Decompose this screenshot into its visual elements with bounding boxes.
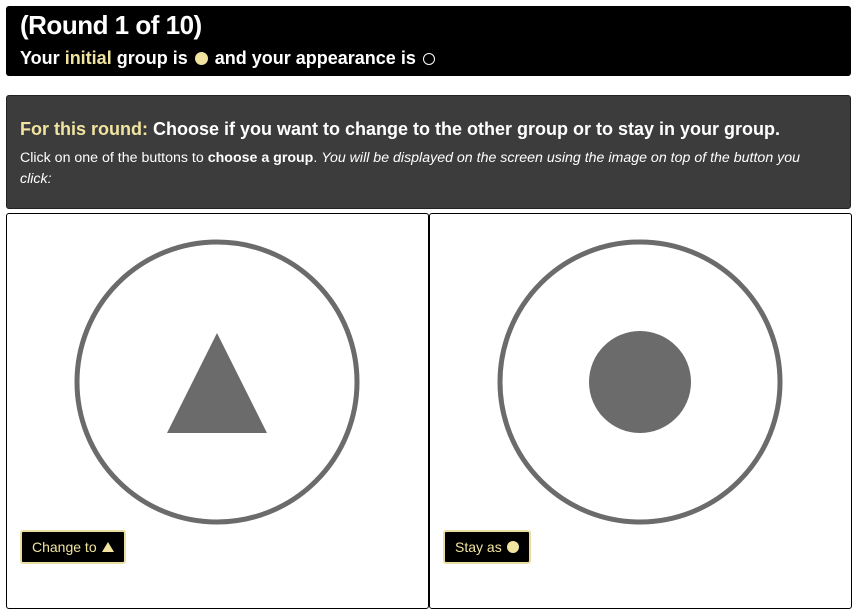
round-header: (Round 1 of 10) Your initial group is an… — [6, 6, 851, 76]
instructions-panel: For this round: Choose if you want to ch… — [6, 95, 851, 209]
instructions-body: Click on one of the buttons to choose a … — [20, 148, 835, 190]
stay-button-label: Stay as — [455, 539, 502, 555]
instructions-body-start: Click on one of the buttons to — [20, 150, 204, 166]
instructions-title: For this round: Choose if you want to ch… — [20, 119, 780, 140]
change-group-panel: Change to — [6, 213, 429, 609]
group-filled-circle-icon — [194, 52, 208, 65]
status-highlight: initial — [64, 48, 112, 68]
round-title: (Round 1 of 10) — [20, 10, 202, 40]
status-group-text: group is — [116, 48, 188, 68]
appearance-hollow-circle-icon — [422, 53, 435, 65]
group-status-line: Your initial group is and your appearanc… — [20, 48, 437, 69]
instructions-lead: For this round: — [20, 119, 148, 139]
change-to-triangle-button[interactable]: Change to — [20, 530, 126, 564]
button-triangle-icon — [101, 542, 114, 552]
circle-shape — [589, 331, 691, 433]
status-appearance-text: and your appearance is — [214, 48, 416, 68]
stay-as-circle-button[interactable]: Stay as — [443, 530, 531, 564]
instructions-body-bold: choose a group — [207, 150, 314, 166]
instructions-body-period: . — [313, 150, 318, 166]
instructions-title-text: Choose if you want to change to the othe… — [153, 119, 781, 139]
change-button-label: Change to — [32, 539, 97, 555]
status-prefix: Your — [20, 48, 60, 68]
stay-group-panel: Stay as — [429, 213, 852, 609]
triangle-shape — [167, 333, 267, 433]
button-filled-circle-icon — [506, 541, 519, 553]
